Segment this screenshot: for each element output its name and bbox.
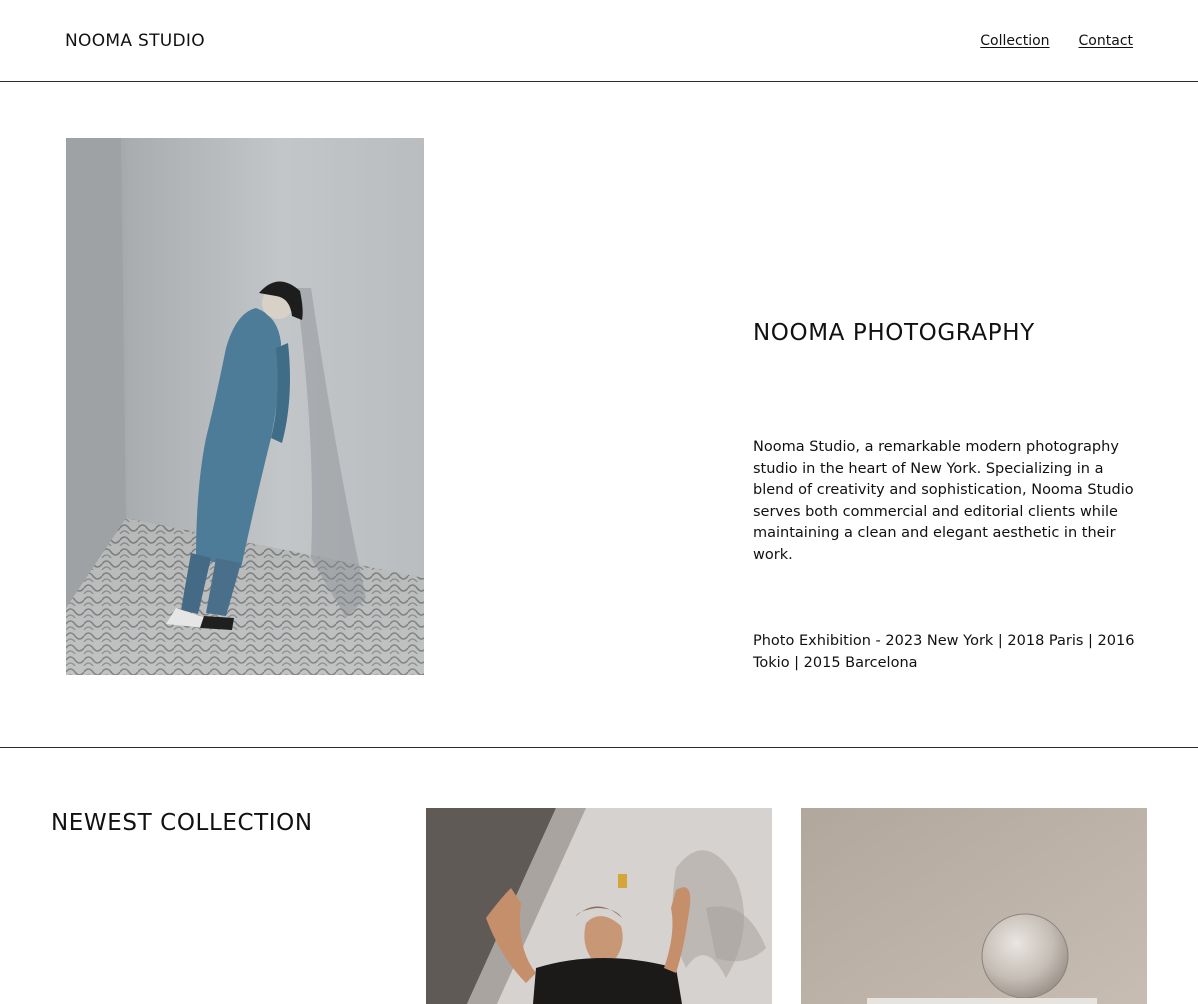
collection-photo[interactable] xyxy=(801,808,1147,1004)
nav-link-collection[interactable]: Collection xyxy=(980,33,1049,49)
hero-title: NOOMA PHOTOGRAPHY xyxy=(753,320,1035,346)
collection-photo-illustration xyxy=(801,808,1147,1004)
collection-photo-illustration xyxy=(426,808,772,1004)
site-header: NOOMA STUDIO Collection Contact xyxy=(0,0,1198,82)
collection-title: NEWEST COLLECTION xyxy=(51,810,313,836)
hero-description: Nooma Studio, a remarkable modern photog… xyxy=(753,439,1134,563)
hero-photo-illustration xyxy=(66,138,424,675)
hero-photo xyxy=(66,138,424,675)
nav-link-contact[interactable]: Contact xyxy=(1079,33,1133,49)
brand-logo[interactable]: NOOMA STUDIO xyxy=(65,31,205,51)
section-divider xyxy=(0,747,1198,748)
main-nav: Collection Contact xyxy=(980,33,1133,49)
collection-photo[interactable] xyxy=(426,808,772,1004)
exhibition-list: Photo Exhibition - 2023 New York | 2018 … xyxy=(753,633,1135,671)
